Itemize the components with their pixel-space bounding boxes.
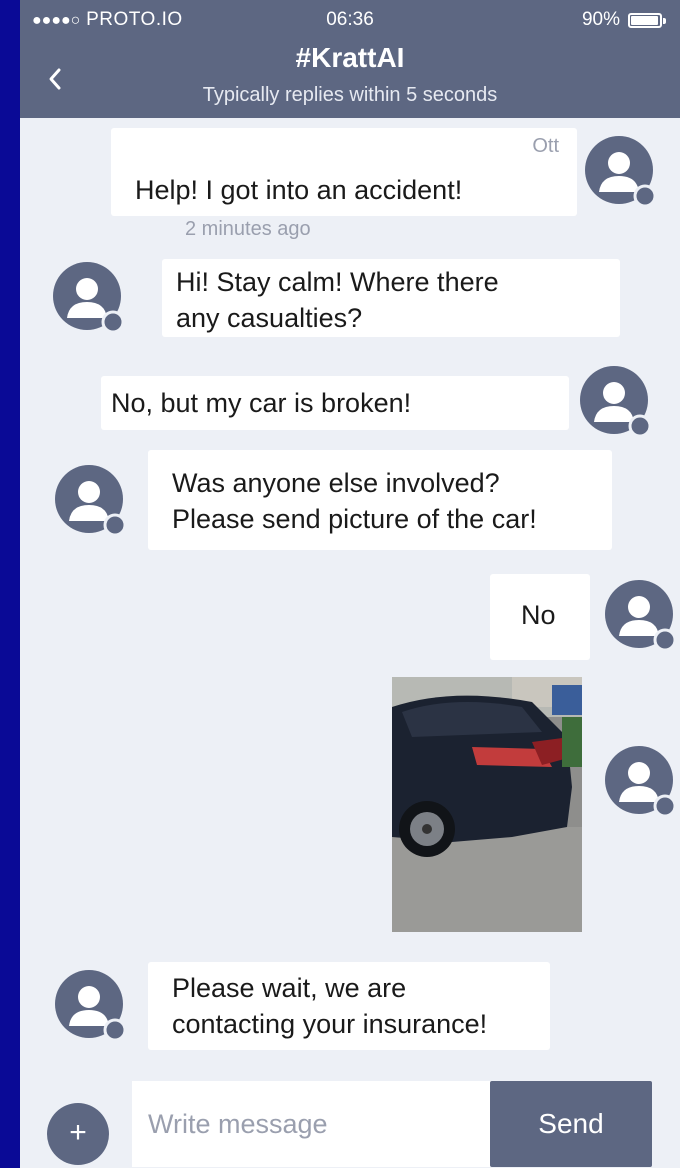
attach-button[interactable]: + [47, 1103, 109, 1165]
user-avatar [605, 580, 679, 654]
message-bubble-bot: Please wait, we are contacting your insu… [148, 962, 550, 1050]
car-photo[interactable] [392, 677, 582, 932]
message-bubble-bot: Hi! Stay calm! Where there any casualtie… [162, 259, 620, 337]
message-text-line: Hi! Stay calm! Where there [176, 267, 499, 297]
user-avatar [605, 746, 679, 820]
sender-name: Ott [532, 135, 559, 157]
message-input[interactable] [132, 1081, 492, 1167]
message-text-line: Was anyone else involved? [172, 468, 500, 498]
message-timestamp: 2 minutes ago [185, 218, 311, 240]
chat-title: #KrattAI [295, 42, 405, 73]
battery-percent: 90% [581, 9, 620, 30]
message-text: Help! I got into an accident! [135, 175, 463, 205]
user-avatar [580, 366, 654, 440]
user-avatar [585, 136, 659, 210]
message-text-line: Please wait, we are [172, 973, 407, 1003]
bot-avatar [53, 262, 127, 336]
message-text: No [521, 600, 556, 630]
send-button[interactable]: Send [490, 1081, 652, 1167]
message-composer: + Send [20, 1070, 680, 1168]
battery-icon [628, 12, 666, 28]
status-battery: 90% [581, 9, 666, 31]
message-text-line: any casualties? [176, 303, 363, 333]
message-bubble-bot: Was anyone else involved? Please send pi… [148, 450, 612, 550]
chat-header: ●●●●○ PROTO.IO 06:36 90% #KrattAI Typica… [20, 0, 680, 118]
message-bubble-user: No, but my car is broken! [101, 376, 569, 430]
message-text-line: contacting your insurance! [172, 1009, 488, 1039]
bot-avatar [55, 970, 129, 1044]
message-bubble-user: Ott Help! I got into an accident! [111, 128, 577, 216]
message-bubble-user: No [490, 574, 590, 660]
phone-screen: ●●●●○ PROTO.IO 06:36 90% #KrattAI Typica… [20, 0, 680, 1168]
message-text-line: Please send picture of the car! [172, 504, 537, 534]
chat-subtitle: Typically replies within 5 seconds [202, 84, 498, 106]
message-text: No, but my car is broken! [111, 388, 412, 418]
bot-avatar [55, 465, 129, 539]
